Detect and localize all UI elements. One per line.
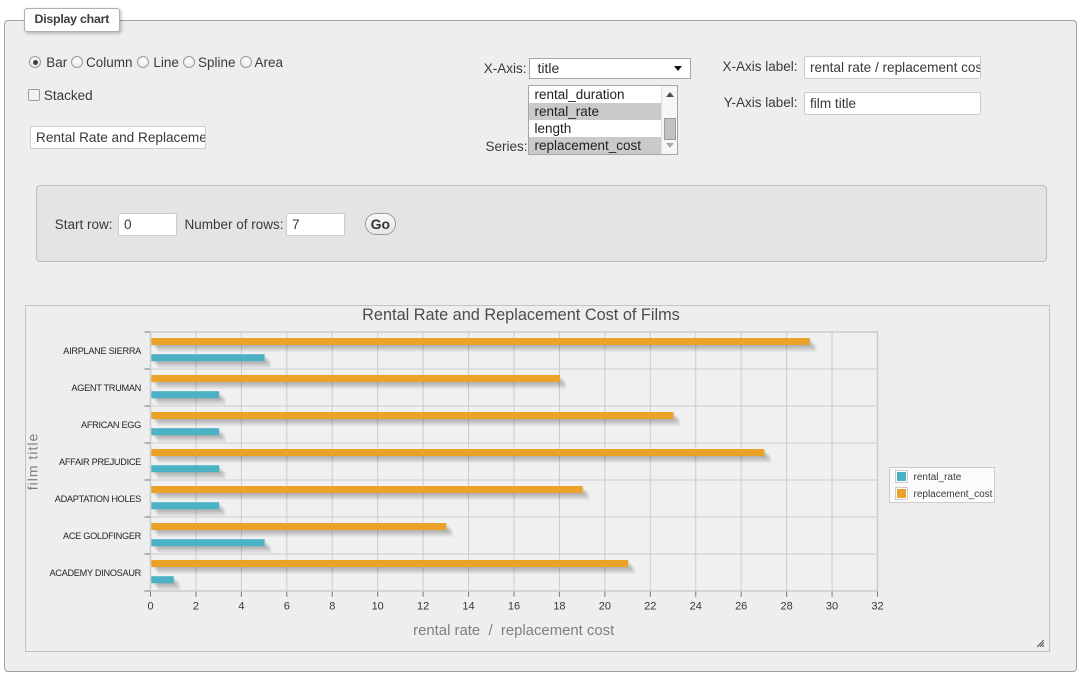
svg-text:12: 12 [416, 600, 428, 612]
svg-text:14: 14 [462, 600, 474, 612]
svg-text:18: 18 [553, 600, 565, 612]
svg-text:16: 16 [507, 600, 519, 612]
svg-text:24: 24 [689, 600, 701, 612]
svg-text:28: 28 [780, 600, 792, 612]
svg-text:AIRPLANE SIERRA: AIRPLANE SIERRA [63, 345, 142, 355]
svg-text:10: 10 [371, 600, 383, 612]
svg-text:20: 20 [598, 600, 610, 612]
svg-text:30: 30 [825, 600, 837, 612]
svg-text:rental rate / replacement co: rental rate / replacement cost [413, 623, 615, 639]
svg-text:4: 4 [238, 600, 244, 612]
svg-text:26: 26 [735, 600, 747, 612]
svg-text:ADAPTATION HOLES: ADAPTATION HOLES [54, 493, 140, 503]
svg-text:2: 2 [192, 600, 198, 612]
svg-text:ACADEMY DINOSAUR: ACADEMY DINOSAUR [49, 567, 141, 577]
svg-text:AFRICAN EGG: AFRICAN EGG [81, 419, 141, 429]
svg-text:6: 6 [283, 600, 289, 612]
svg-text:8: 8 [329, 600, 335, 612]
svg-text:0: 0 [147, 600, 153, 612]
svg-text:AFFAIR PREJUDICE: AFFAIR PREJUDICE [59, 456, 141, 466]
svg-text:film title: film title [26, 432, 41, 489]
svg-text:ACE GOLDFINGER: ACE GOLDFINGER [63, 530, 142, 540]
svg-text:Rental Rate and Replacement Co: Rental Rate and Replacement Cost of Film… [362, 306, 680, 324]
svg-text:AGENT TRUMAN: AGENT TRUMAN [71, 382, 141, 392]
svg-text:32: 32 [871, 600, 883, 612]
svg-text:22: 22 [644, 600, 656, 612]
